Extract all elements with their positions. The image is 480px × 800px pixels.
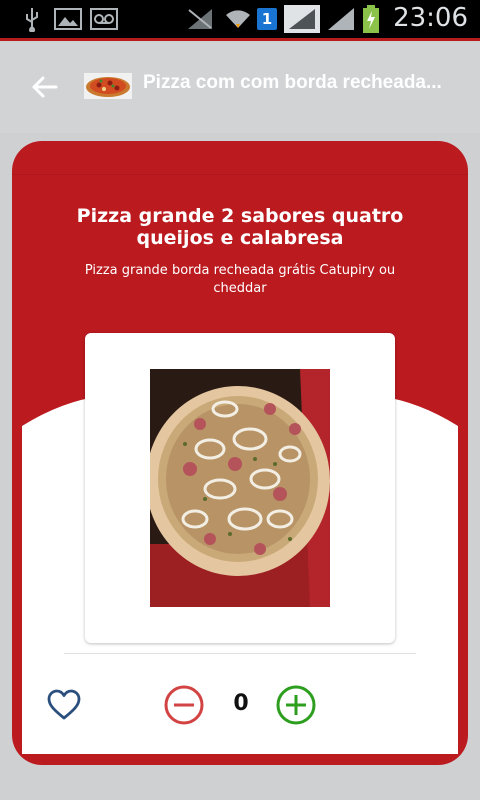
minus-circle-icon bbox=[164, 685, 204, 725]
pizza-thumbnail-icon bbox=[84, 73, 132, 99]
quantity-value: 0 bbox=[233, 691, 249, 716]
page-title: Pizza com com borda recheada... bbox=[143, 72, 442, 93]
clock-time: 23:06 bbox=[393, 3, 468, 33]
notification-badge-icon: 1 bbox=[256, 6, 278, 32]
favorite-heart-icon[interactable] bbox=[46, 687, 82, 723]
product-card: Pizza grande 2 sabores quatro queijos e … bbox=[12, 141, 468, 765]
status-bar: 1 23:06 bbox=[0, 0, 480, 41]
signal-icon bbox=[326, 6, 356, 32]
product-image-frame bbox=[85, 333, 395, 643]
battery-charging-icon bbox=[360, 5, 382, 33]
decrease-quantity-button[interactable] bbox=[163, 684, 205, 726]
pizza-photo bbox=[150, 369, 330, 607]
image-icon bbox=[54, 6, 82, 32]
product-title: Pizza grande 2 sabores quatro queijos e … bbox=[76, 205, 404, 249]
usb-icon bbox=[20, 6, 44, 32]
badge-number: 1 bbox=[257, 8, 277, 30]
wifi-icon bbox=[224, 6, 252, 32]
plus-circle-icon bbox=[276, 685, 316, 725]
actions-divider bbox=[64, 653, 416, 654]
voicemail-icon bbox=[90, 6, 118, 32]
card-divider bbox=[12, 174, 468, 175]
app-bar: Pizza com com borda recheada... bbox=[0, 41, 480, 133]
signal-muted-icon bbox=[186, 6, 214, 32]
increase-quantity-button[interactable] bbox=[275, 684, 317, 726]
product-description: Pizza grande borda recheada grátis Catup… bbox=[84, 263, 396, 296]
back-arrow-icon[interactable] bbox=[28, 71, 60, 103]
signal-full-icon bbox=[284, 5, 320, 33]
